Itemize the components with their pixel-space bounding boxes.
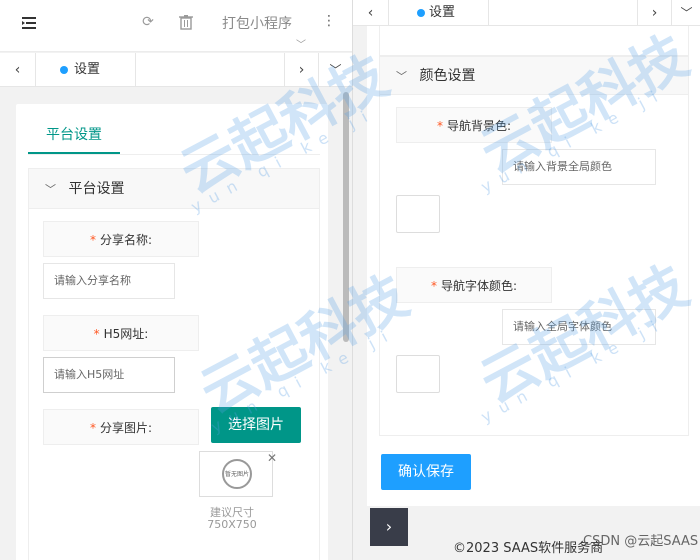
confirm-save-button[interactable]: 确认保存 <box>381 454 471 490</box>
color-settings-section: ﹀ 颜色设置 * 导航背景色: 请输入背景全局颜色 * 导航字体颜色: 请输入全局字… <box>379 56 689 436</box>
right-tabbar: ‹ 设置 › ﹀ <box>353 0 700 26</box>
trash-icon[interactable] <box>178 14 194 30</box>
collapse-chevron-icon: ﹀ <box>45 183 56 196</box>
chevron-down-icon[interactable]: ﹀ <box>296 36 306 51</box>
h5-url-input[interactable]: 请输入H5网址 <box>43 357 175 393</box>
color-settings-card: ﹀ 颜色设置 * 导航背景色: 请输入背景全局颜色 * 导航字体颜色: 请输入全局字… <box>367 26 700 506</box>
tab-menu-chevron-icon[interactable]: ﹀ <box>318 53 352 87</box>
tab-next-button[interactable]: › <box>284 53 318 87</box>
refresh-icon[interactable]: ⟳ <box>140 14 156 30</box>
color-section-header[interactable]: ﹀ 颜色设置 <box>380 57 688 95</box>
tab-settings[interactable]: 设置 <box>36 53 136 87</box>
nav-font-color-input[interactable]: 请输入全局字体颜色 <box>502 309 656 345</box>
more-vertical-icon[interactable]: ⋮ <box>322 13 336 29</box>
tab-settings[interactable]: 设置 <box>389 0 489 26</box>
vertical-scrollbar[interactable] <box>343 92 349 342</box>
required-asterisk: * <box>436 119 443 133</box>
nav-bg-color-swatch[interactable] <box>396 195 440 233</box>
tab-platform-settings[interactable]: 平台设置 <box>28 124 120 154</box>
nav-font-color-swatch[interactable] <box>396 355 440 393</box>
nav-bg-color-label: * 导航背景色: <box>396 107 552 143</box>
required-asterisk: * <box>89 233 96 247</box>
active-dot-icon <box>60 66 68 74</box>
image-thumbnail: 暂无图片 <box>199 451 273 497</box>
active-dot-icon <box>417 9 425 17</box>
collapse-chevron-icon: ﹀ <box>396 70 407 83</box>
share-name-input[interactable]: 请输入分享名称 <box>43 263 175 299</box>
menu-toggle-icon[interactable] <box>22 15 40 31</box>
platform-settings-section: ﹀ 平台设置 * 分享名称: 请输入分享名称 * H5网址: 请输入H5网址 * 分享… <box>28 168 320 560</box>
choose-image-button[interactable]: 选择图片 <box>211 407 301 443</box>
remove-image-icon[interactable]: ✕ <box>267 451 277 465</box>
tab-prev-button[interactable]: ‹ <box>0 53 36 87</box>
no-image-text: 暂无图片 <box>224 471 249 478</box>
tab-divider <box>28 154 320 155</box>
tab-settings-label: 设置 <box>74 62 101 77</box>
previous-section-bottom <box>379 26 689 56</box>
color-section-title: 颜色设置 <box>419 68 476 84</box>
expand-arrow-button[interactable]: › <box>370 508 408 546</box>
top-toolbar: ⟳ 打包小程序 ⋮ ﹀ <box>0 0 352 52</box>
tab-next-button[interactable]: › <box>637 0 671 26</box>
size-hint: 建议尺寸 750X750 <box>207 506 257 531</box>
platform-section-header[interactable]: ﹀ 平台设置 <box>29 169 319 209</box>
nav-bg-color-input[interactable]: 请输入背景全局颜色 <box>502 149 656 185</box>
csdn-watermark: CSDN @云起SAAS <box>583 534 699 549</box>
nav-font-color-label: * 导航字体颜色: <box>396 267 552 303</box>
tab-menu-chevron-icon[interactable]: ﹀ <box>671 0 700 26</box>
required-asterisk: * <box>430 279 437 293</box>
tab-prev-button[interactable]: ‹ <box>353 0 389 26</box>
share-image-label: * 分享图片: <box>43 409 199 445</box>
share-name-label: * 分享名称: <box>43 221 199 257</box>
footer-copyright: ©2023 SAAS软件服务商 <box>453 541 604 556</box>
left-panel: ⟳ 打包小程序 ⋮ ﹀ ‹ 设置 › ﹀ 平台设置 ﹀ 平台设置 * 分享名称:… <box>0 0 352 560</box>
h5-url-label: * H5网址: <box>43 315 199 351</box>
tab-settings-label: 设置 <box>429 5 456 20</box>
required-asterisk: * <box>93 327 100 341</box>
page-tabbar: ‹ 设置 › ﹀ <box>0 53 352 87</box>
app-root: ⟳ 打包小程序 ⋮ ﹀ ‹ 设置 › ﹀ 平台设置 ﹀ 平台设置 * 分享名称:… <box>0 0 700 560</box>
platform-settings-card: 平台设置 ﹀ 平台设置 * 分享名称: 请输入分享名称 * H5网址: 请输入H5网… <box>16 104 328 560</box>
required-asterisk: * <box>89 421 96 435</box>
platform-section-title: 平台设置 <box>68 181 125 197</box>
pack-miniprogram-button[interactable]: 打包小程序 <box>222 13 292 33</box>
right-panel: ‹ 设置 › ﹀ ﹀ 颜色设置 * 导航背景色: 请输入背景全局颜色 * 导航字… <box>352 0 700 560</box>
